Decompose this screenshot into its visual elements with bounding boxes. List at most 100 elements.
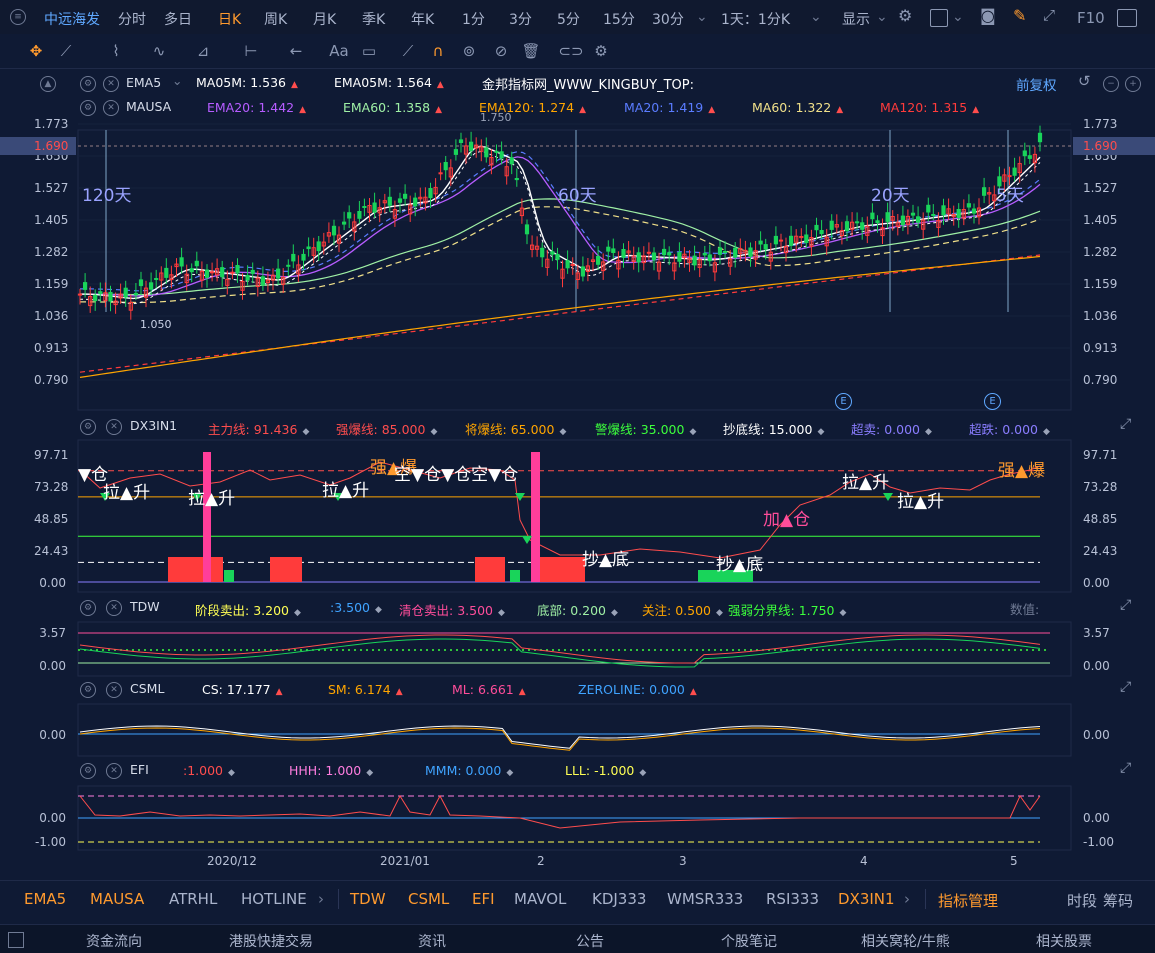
legend-value: 3.200	[253, 603, 289, 618]
csml-expand-icon[interactable]: ⤢	[1120, 679, 1131, 695]
legend-value: 0.000	[1002, 422, 1038, 437]
bottom-bar: 资金流向 港股快捷交易 资讯 公告 个股笔记 相关窝轮/牛熊 相关股票	[0, 924, 1155, 953]
candle-body	[646, 251, 651, 254]
legend-item: LLL: -1.000 ◆	[565, 763, 646, 778]
candle-body	[413, 197, 418, 207]
dx-signal-label: 抄▲底	[716, 555, 764, 575]
dx-indicator-name[interactable]: DX3IN1	[130, 418, 177, 433]
efi-close-icon[interactable]: ✕	[106, 763, 122, 779]
legend-item: :3.500 ◆	[330, 600, 382, 615]
tdw-settings-icon[interactable]: ⚙	[80, 600, 96, 616]
tdw-expand-icon[interactable]: ⤢	[1120, 597, 1131, 613]
legend-item: EMA20: 1.442 ▲	[207, 100, 306, 115]
footer-announcements[interactable]: 公告	[576, 931, 604, 951]
watermark-text: 金邦指标网_WWW_KINGBUY_TOP:	[482, 78, 694, 93]
dx-histogram-bar	[540, 557, 585, 582]
dx-close-icon[interactable]: ✕	[106, 419, 122, 435]
tab-chips[interactable]: 筹码	[1103, 890, 1133, 911]
candle-body	[621, 249, 626, 258]
tdw-close-icon[interactable]: ✕	[106, 600, 122, 616]
undo-icon[interactable]: ↺	[1078, 72, 1091, 90]
tdw-indicator-name[interactable]: TDW	[130, 599, 160, 614]
legend-item: 将爆线: 65.000 ◆	[465, 419, 566, 438]
footer-warrants[interactable]: 相关窝轮/牛熊	[861, 931, 950, 951]
candle-body	[428, 188, 433, 199]
legend-item: 超跌: 0.000 ◆	[969, 419, 1050, 438]
legend-label: 将爆线:	[465, 422, 511, 437]
tab-efi[interactable]: EFI	[472, 890, 495, 908]
tab-kdj333[interactable]: KDJ333	[592, 890, 646, 908]
ema-chevron-icon[interactable]: ⌄	[172, 73, 182, 88]
legend-value: 6.661	[477, 682, 514, 697]
legend-item: 强弱分界线: 1.750 ◆	[728, 600, 846, 619]
event-marker[interactable]: E	[984, 393, 1001, 410]
legend-label: EMA20:	[207, 100, 259, 115]
footer-hk-trade[interactable]: 港股快捷交易	[229, 931, 313, 951]
y-tick-label: 1.282	[34, 245, 69, 259]
candle-body	[966, 203, 971, 208]
y-tick-label: 1.159	[34, 277, 69, 291]
collapse-main-icon[interactable]: ▲	[40, 76, 56, 92]
tab-wmsr333[interactable]: WMSR333	[667, 890, 743, 908]
ema-settings-icon[interactable]: ⚙	[80, 76, 96, 92]
csml-settings-icon[interactable]: ⚙	[80, 682, 96, 698]
y-tick-label: 48.85	[34, 512, 69, 526]
legend-label: 超卖:	[851, 422, 885, 437]
tab-dx3in1[interactable]: DX3IN1	[838, 890, 895, 908]
tab-ema5[interactable]: EMA5	[24, 890, 66, 908]
legend-value: 1.315	[931, 100, 968, 115]
y-tick-label: -1.00	[34, 835, 66, 849]
footer-capital-flow[interactable]: 资金流向	[86, 931, 142, 951]
dx-signal-label: 加▲仓	[763, 510, 811, 530]
legend-value: 1.274	[538, 100, 575, 115]
dx-expand-icon[interactable]: ⤢	[1120, 416, 1131, 432]
tab-csml[interactable]: CSML	[408, 890, 449, 908]
candle-body	[910, 212, 916, 216]
dx-mainforce-line	[79, 461, 1041, 559]
trend-arrow-icon: ◆	[506, 768, 514, 778]
dx-settings-icon[interactable]: ⚙	[80, 419, 96, 435]
candle-body	[469, 141, 474, 152]
mausa-close-icon[interactable]: ✕	[103, 100, 119, 116]
tab-atrhl[interactable]: ATRHL	[169, 890, 217, 908]
y-tick-label: 0.790	[1083, 373, 1118, 387]
legend-value: 3.500	[457, 603, 493, 618]
candle-body	[829, 220, 834, 230]
candle-body	[514, 178, 519, 181]
efi-expand-icon[interactable]: ⤢	[1120, 760, 1131, 776]
csml-indicator-name[interactable]: CSML	[130, 681, 164, 696]
csml-close-icon[interactable]: ✕	[106, 682, 122, 698]
tab-mavol[interactable]: MAVOL	[514, 890, 566, 908]
tab-rsi333[interactable]: RSI333	[766, 890, 819, 908]
ema60-line	[80, 198, 1041, 296]
footer-notes[interactable]: 个股笔记	[721, 931, 777, 951]
tabs-right-chevron-icon[interactable]: ›	[904, 890, 910, 908]
tab-mausa[interactable]: MAUSA	[90, 890, 144, 908]
candle-body	[733, 247, 738, 258]
efi-indicator-name[interactable]: EFI	[130, 762, 149, 777]
footer-news[interactable]: 资讯	[418, 931, 446, 951]
mausa-settings-icon[interactable]: ⚙	[80, 100, 96, 116]
y-tick-label: 24.43	[34, 544, 69, 558]
footer-related-stocks[interactable]: 相关股票	[1036, 931, 1092, 951]
panel-toggle-icon[interactable]	[8, 932, 24, 948]
zoom-out-icon[interactable]: −	[1103, 76, 1119, 92]
event-marker[interactable]: E	[835, 393, 852, 410]
candle-body	[875, 220, 880, 224]
tab-tdw[interactable]: TDW	[350, 890, 386, 908]
tab-session[interactable]: 时段	[1067, 890, 1097, 911]
ema-indicator-name[interactable]: EMA5	[126, 75, 161, 90]
legend-label: MA60:	[752, 100, 796, 115]
ma5-line	[80, 150, 1041, 305]
legend-item: HHH: 1.000 ◆	[289, 763, 373, 778]
tabs-scroll-chevron-icon[interactable]: ›	[318, 890, 324, 908]
ema-close-icon[interactable]: ✕	[103, 76, 119, 92]
efi-settings-icon[interactable]: ⚙	[80, 763, 96, 779]
zoom-in-icon[interactable]: +	[1125, 76, 1141, 92]
adjust-mode-button[interactable]: 前复权	[1016, 74, 1057, 94]
mausa-indicator-name[interactable]: MAUSA	[126, 99, 171, 114]
candle-body	[250, 269, 255, 274]
tab-hotline[interactable]: HOTLINE	[241, 890, 307, 908]
tab-indicator-manage[interactable]: 指标管理	[938, 890, 998, 911]
chart-canvas[interactable]	[0, 0, 1155, 952]
